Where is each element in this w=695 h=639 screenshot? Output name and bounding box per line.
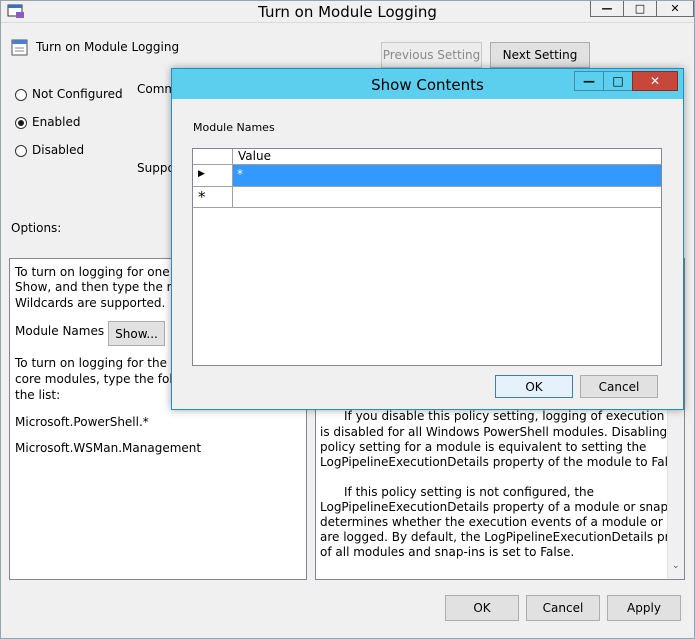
maximize-button[interactable]: □	[623, 1, 657, 17]
radio-disabled-label: Disabled	[32, 143, 85, 157]
ok-button[interactable]: OK	[445, 595, 519, 621]
radio-enabled[interactable]	[15, 117, 27, 129]
module-names-list-label: Module Names	[193, 121, 275, 134]
show-contents-dialog: Show Contents — □ ✕ Module Names Value ▶…	[171, 68, 684, 410]
grid-row-header[interactable]: ▶	[193, 165, 233, 187]
dialog-ok-button[interactable]: OK	[495, 375, 573, 398]
current-row-icon: ▶	[198, 169, 205, 179]
close-icon: ✕	[649, 74, 661, 88]
main-titlebar[interactable]: Turn on Module Logging — □ ✕	[1, 1, 694, 23]
scroll-down-icon[interactable]: ⌄	[672, 561, 680, 571]
help-text-line: LogPipelineExecutionDetails property of …	[320, 455, 685, 469]
help-text-line: If this policy setting is not configured…	[344, 485, 595, 499]
maximize-icon: □	[612, 74, 624, 88]
new-row-icon: *	[198, 188, 206, 206]
minimize-icon: —	[601, 2, 613, 15]
radio-not-configured[interactable]	[15, 89, 27, 101]
minimize-icon: —	[583, 74, 595, 88]
help-text-line: policy setting for a module is equivalen…	[320, 440, 647, 454]
help-text-line: LogPipelineExecutionDetails property of …	[320, 500, 684, 514]
grid-row-header-new[interactable]: *	[193, 187, 233, 208]
options-text-line: To turn on logging for the Win	[15, 356, 194, 370]
options-label: Options:	[11, 221, 62, 235]
help-text-line: of all modules and snap-ins is set to Fa…	[320, 545, 575, 559]
radio-not-configured-label: Not Configured	[32, 87, 123, 101]
options-text-line: the list:	[15, 388, 61, 402]
help-text-line: are logged. By default, the LogPipelineE…	[320, 530, 685, 544]
next-setting-button[interactable]: Next Setting	[490, 42, 590, 68]
show-button[interactable]: Show...	[108, 321, 165, 346]
module-names-grid[interactable]: Value ▶ * *	[192, 148, 662, 366]
maximize-icon: □	[634, 2, 646, 15]
dialog-minimize-button[interactable]: —	[574, 71, 604, 91]
dialog-maximize-button[interactable]: □	[603, 71, 633, 91]
close-icon: ✕	[670, 2, 680, 15]
help-text-line: If you disable this policy setting, logg…	[344, 409, 685, 423]
setting-name: Turn on Module Logging	[36, 40, 180, 54]
options-text-line: core modules, type the follow	[15, 372, 194, 386]
close-button[interactable]: ✕	[656, 1, 694, 17]
radio-disabled[interactable]	[15, 145, 27, 157]
setting-icon	[11, 39, 29, 60]
help-text-line: is disabled for all Windows PowerShell m…	[320, 425, 685, 439]
grid-corner-header	[193, 149, 233, 165]
module-name-item: Microsoft.WSMan.Management	[15, 441, 202, 455]
supported-on-label: Suppo	[137, 161, 175, 175]
help-text-line: determines whether the execution events …	[320, 515, 685, 529]
options-text-line: To turn on logging for one or	[15, 265, 186, 279]
module-name-item: Microsoft.PowerShell.*	[15, 415, 149, 429]
dialog-titlebar[interactable]: Show Contents — □ ✕	[172, 69, 683, 99]
previous-setting-button[interactable]: Previous Setting	[381, 42, 482, 68]
radio-enabled-label: Enabled	[32, 115, 81, 129]
dialog-cancel-button[interactable]: Cancel	[580, 375, 658, 398]
module-names-label: Module Names	[15, 324, 105, 338]
options-text-line: Wildcards are supported.	[15, 296, 166, 310]
cancel-button[interactable]: Cancel	[526, 595, 600, 621]
grid-column-header-value[interactable]: Value	[233, 149, 661, 165]
minimize-button[interactable]: —	[590, 1, 624, 17]
dialog-close-button[interactable]: ✕	[632, 71, 678, 91]
grid-cell-value[interactable]: *	[233, 165, 661, 187]
apply-button[interactable]: Apply	[607, 595, 681, 621]
grid-cell-new[interactable]	[233, 187, 661, 208]
